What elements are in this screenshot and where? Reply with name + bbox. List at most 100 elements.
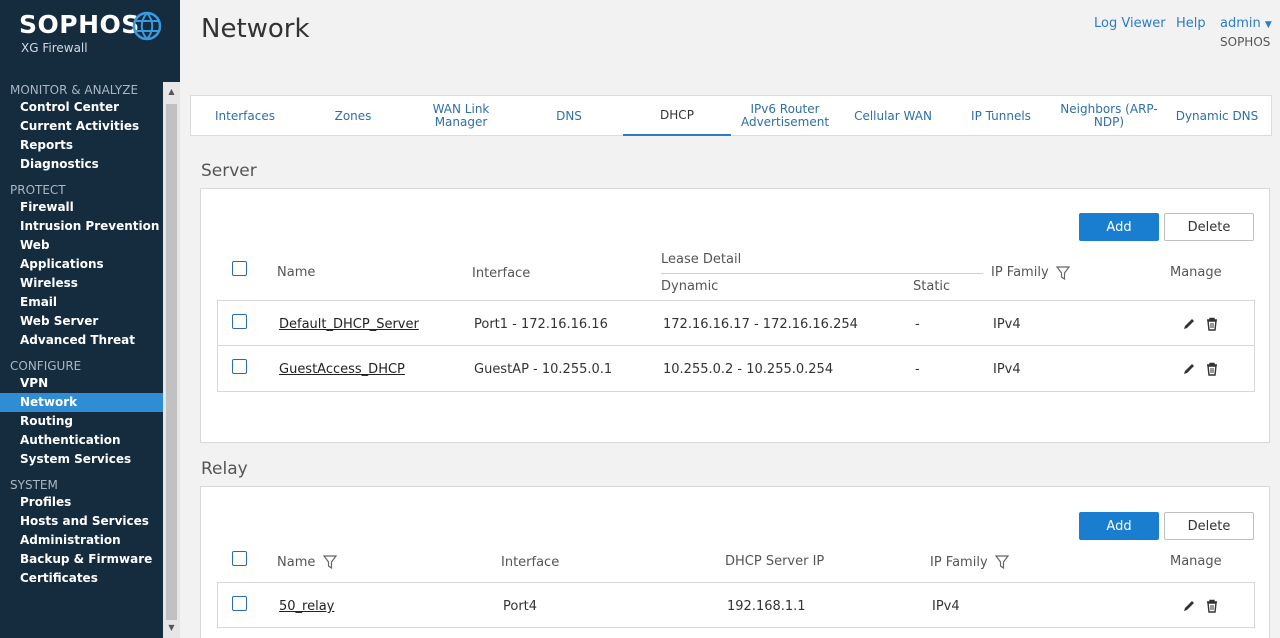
tab-dns[interactable]: DNS [515, 96, 623, 136]
col-manage: Manage [1170, 554, 1222, 569]
table-row: GuestAccess_DHCP GuestAP - 10.255.0.1 10… [217, 346, 1255, 392]
trash-icon[interactable] [1205, 317, 1219, 331]
row-ip-family: IPv4 [993, 362, 1021, 377]
row-ip-family: IPv4 [932, 599, 960, 614]
sidebar-scrollbar-thumb[interactable] [166, 104, 177, 620]
filter-icon[interactable] [323, 555, 337, 569]
nav-group-monitor: MONITOR & ANALYZE Control Center Current… [0, 82, 163, 174]
nav-heading: PROTECT [10, 183, 66, 197]
tab-dhcp[interactable]: DHCP [623, 96, 731, 136]
trash-icon[interactable] [1205, 362, 1219, 376]
sidebar-item-administration[interactable]: Administration [0, 531, 163, 550]
tab-ipv6-router-advertisement[interactable]: IPv6 Router Advertisement [731, 96, 839, 136]
sidebar-item-network[interactable]: Network [0, 393, 163, 412]
nav-heading: MONITOR & ANALYZE [10, 83, 139, 97]
scroll-down-arrow-icon[interactable]: ▼ [163, 620, 180, 636]
relay-panel: Add Delete Name Interface DHCP Server IP… [200, 486, 1270, 638]
row-static: - [915, 317, 920, 332]
user-menu[interactable]: admin ▼ [1220, 16, 1272, 31]
scroll-up-arrow-icon[interactable]: ▲ [163, 84, 180, 100]
org-name: SOPHOS [1220, 35, 1271, 49]
col-lease-detail: Lease Detail [661, 252, 742, 267]
sidebar-item-authentication[interactable]: Authentication [0, 431, 163, 450]
row-interface: Port4 [503, 599, 538, 614]
sidebar-item-diagnostics[interactable]: Diagnostics [0, 155, 163, 174]
row-dhcp-server-ip: 192.168.1.1 [727, 599, 806, 614]
col-name: Name [277, 265, 316, 280]
sidebar-item-routing[interactable]: Routing [0, 412, 163, 431]
row-dynamic: 10.255.0.2 - 10.255.0.254 [663, 362, 834, 377]
nav-group-configure: CONFIGURE VPN Network Routing Authentica… [0, 358, 163, 469]
sidebar: SOPHOS XG Firewall MONITOR & ANALYZE Con… [0, 0, 180, 638]
row-name-link[interactable]: GuestAccess_DHCP [279, 362, 405, 377]
row-dynamic: 172.16.16.17 - 172.16.16.254 [663, 317, 858, 332]
server-add-button[interactable]: Add [1079, 213, 1159, 241]
sidebar-item-control-center[interactable]: Control Center [0, 98, 163, 117]
row-interface: Port1 - 172.16.16.16 [474, 317, 608, 332]
sidebar-item-web[interactable]: Web [0, 236, 163, 255]
relay-select-all-checkbox[interactable] [232, 551, 247, 566]
tab-interfaces[interactable]: Interfaces [191, 96, 299, 136]
row-ip-family: IPv4 [993, 317, 1021, 332]
nav-heading: CONFIGURE [10, 359, 82, 373]
lease-detail-divider [661, 273, 983, 274]
sidebar-item-web-server[interactable]: Web Server [0, 312, 163, 331]
server-panel: Add Delete Name Interface Lease Detail D… [200, 188, 1270, 443]
sidebar-item-email[interactable]: Email [0, 293, 163, 312]
relay-section-title: Relay [201, 459, 248, 479]
edit-pencil-icon[interactable] [1182, 599, 1196, 613]
table-row: 50_relay Port4 192.168.1.1 IPv4 [217, 582, 1255, 628]
row-interface: GuestAP - 10.255.0.1 [474, 362, 613, 377]
col-static: Static [913, 279, 951, 294]
relay-delete-button[interactable]: Delete [1164, 512, 1254, 540]
row-name-link[interactable]: Default_DHCP_Server [279, 317, 419, 332]
brand-logo[interactable]: SOPHOS XG Firewall [19, 10, 140, 55]
tab-dynamic-dns[interactable]: Dynamic DNS [1163, 96, 1271, 136]
edit-pencil-icon[interactable] [1182, 362, 1196, 376]
sidebar-item-vpn[interactable]: VPN [0, 374, 163, 393]
sidebar-item-hosts-and-services[interactable]: Hosts and Services [0, 512, 163, 531]
row-name-link[interactable]: 50_relay [279, 599, 334, 614]
sidebar-item-reports[interactable]: Reports [0, 136, 163, 155]
sidebar-item-system-services[interactable]: System Services [0, 450, 163, 469]
server-section-title: Server [201, 161, 257, 181]
filter-icon[interactable] [995, 555, 1009, 569]
tab-zones[interactable]: Zones [299, 96, 407, 136]
server-select-all-checkbox[interactable] [232, 261, 247, 276]
page-title: Network [201, 14, 310, 44]
col-interface: Interface [472, 266, 531, 281]
globe-icon [132, 11, 162, 41]
tab-ip-tunnels[interactable]: IP Tunnels [947, 96, 1055, 136]
col-ip-family: IP Family [991, 265, 1049, 280]
sidebar-item-applications[interactable]: Applications [0, 255, 163, 274]
server-delete-button[interactable]: Delete [1164, 213, 1254, 241]
trash-icon[interactable] [1205, 599, 1219, 613]
col-ip-family: IP Family [930, 555, 988, 570]
brand-product: XG Firewall [21, 41, 88, 55]
log-viewer-link[interactable]: Log Viewer [1094, 16, 1166, 31]
tab-cellular-wan[interactable]: Cellular WAN [839, 96, 947, 136]
sidebar-nav: MONITOR & ANALYZE Control Center Current… [0, 82, 163, 596]
edit-pencil-icon[interactable] [1182, 317, 1196, 331]
filter-icon[interactable] [1056, 266, 1070, 280]
tab-wan-link-manager[interactable]: WAN Link Manager [407, 96, 515, 136]
user-name: admin [1220, 16, 1261, 31]
sidebar-item-certificates[interactable]: Certificates [0, 569, 163, 588]
row-checkbox[interactable] [232, 359, 247, 374]
sidebar-item-profiles[interactable]: Profiles [0, 493, 163, 512]
row-checkbox[interactable] [232, 314, 247, 329]
tab-bar: Interfaces Zones WAN Link Manager DNS DH… [190, 95, 1272, 136]
row-checkbox[interactable] [232, 596, 247, 611]
col-interface: Interface [501, 555, 560, 570]
sidebar-item-wireless[interactable]: Wireless [0, 274, 163, 293]
tab-neighbors[interactable]: Neighbors (ARP-NDP) [1055, 96, 1163, 136]
relay-add-button[interactable]: Add [1079, 512, 1159, 540]
sidebar-item-current-activities[interactable]: Current Activities [0, 117, 163, 136]
sidebar-item-backup-firmware[interactable]: Backup & Firmware [0, 550, 163, 569]
help-link[interactable]: Help [1176, 16, 1206, 31]
sidebar-item-advanced-threat[interactable]: Advanced Threat [0, 331, 163, 350]
sidebar-item-intrusion-prevention[interactable]: Intrusion Prevention [0, 217, 163, 236]
col-dynamic: Dynamic [661, 279, 719, 294]
sidebar-item-firewall[interactable]: Firewall [0, 198, 163, 217]
row-static: - [915, 362, 920, 377]
